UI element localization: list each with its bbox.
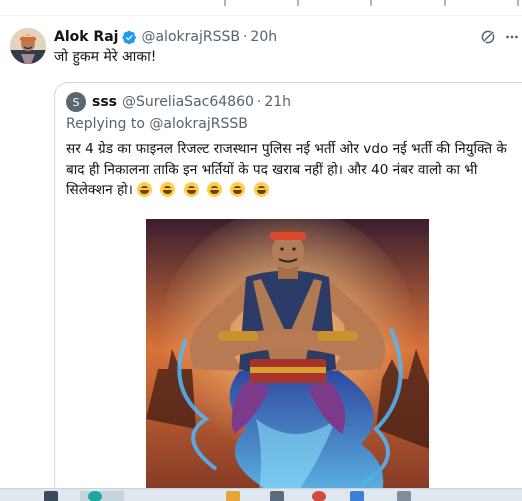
strip-tick [224,0,226,6]
timestamp[interactable]: 20h [250,29,277,45]
genie-illustration [146,219,429,501]
quoted-author-handle[interactable]: @SureliaSac64860 [122,94,254,110]
separator-dot: · [242,29,248,45]
browser-icon[interactable] [88,491,102,501]
folder-icon[interactable] [226,491,240,501]
taskbar-app-icon[interactable] [44,491,58,501]
grinning-face-icon [183,182,199,197]
replying-to-label: Replying to [66,116,145,132]
quoted-tweet-header: S sss @SureliaSac64860 · 21h [66,92,291,112]
grok-icon[interactable] [479,28,497,46]
tweet[interactable]: Alok Raj @alokrajRSSB · 20h जो हुकम मेरे… [0,16,522,501]
taskbar-app-icon[interactable] [80,491,124,501]
author-handle[interactable]: @alokrajRSSB [141,29,239,45]
grinning-face-icon [136,182,152,197]
author-name[interactable]: Alok Raj [54,29,118,45]
taskbar-app-icon[interactable] [312,491,326,501]
quoted-timestamp[interactable]: 21h [264,94,291,110]
taskbar-app-icon[interactable] [350,491,364,501]
taskbar-app-icon[interactable] [397,491,411,501]
verified-badge-icon [122,30,137,44]
quoted-tweet-image[interactable] [146,219,429,501]
quoted-tweet[interactable]: S sss @SureliaSac64860 · 21h Replying to… [54,82,522,501]
grinning-face-icon [230,182,246,197]
grinning-face-icon [160,182,176,197]
top-strip [0,0,522,16]
replying-to-handle[interactable]: @alokrajRSSB [149,116,247,132]
avatar-image [10,28,46,64]
grinning-face-icon [206,182,222,197]
quoted-author-name[interactable]: sss [92,94,117,110]
quoted-tweet-text: सर 4 ग्रेड का फाइनल रिजल्ट राजस्थान पुलि… [66,139,518,204]
strip-tick [444,0,446,6]
tweet-text: जो हुकम मेरे आका! [54,49,157,65]
replying-to-line: Replying to @alokrajRSSB [66,116,248,132]
taskbar-app-icon[interactable] [270,491,284,501]
taskbar [0,488,522,501]
avatar[interactable] [10,28,46,64]
quoted-separator-dot: · [256,94,262,110]
emoji-row [133,182,269,204]
grinning-face-icon [253,182,269,197]
more-options-icon[interactable] [503,28,521,46]
strip-tick [297,0,299,6]
tweet-header: Alok Raj @alokrajRSSB · 20h [54,28,277,46]
strip-tick [517,0,519,6]
quoted-avatar[interactable]: S [66,92,86,112]
strip-tick [370,0,372,6]
